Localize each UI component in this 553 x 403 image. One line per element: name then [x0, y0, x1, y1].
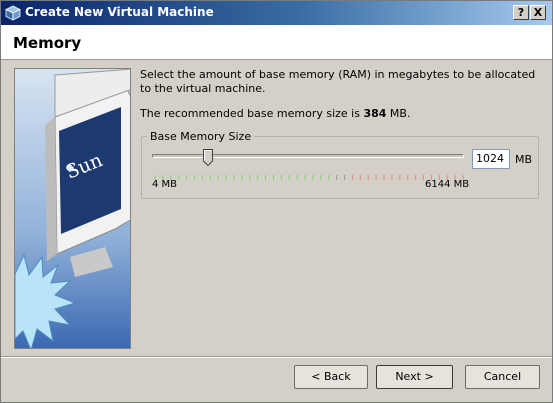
recommended-value: 384: [363, 107, 387, 120]
page-title: Memory: [13, 34, 82, 52]
memory-unit-label: MB: [515, 153, 533, 166]
window-title: Create New Virtual Machine: [25, 5, 214, 19]
memory-slider-thumb[interactable]: [203, 149, 213, 167]
memory-min-label: 4 MB: [152, 179, 178, 190]
recommendation-text: The recommended base memory size is 384 …: [140, 107, 411, 120]
back-button[interactable]: < Back: [294, 365, 368, 389]
base-memory-label: Base Memory Size: [147, 130, 255, 143]
create-vm-dialog: Create New Virtual Machine ? X Memory Su…: [0, 0, 553, 403]
virtualbox-app-icon: [5, 5, 21, 25]
help-button[interactable]: ?: [513, 5, 529, 20]
page-header: Memory: [1, 25, 552, 60]
close-button[interactable]: X: [530, 5, 546, 20]
memory-max-label: 6144 MB: [425, 179, 470, 190]
memory-size-input[interactable]: 1024: [472, 149, 510, 169]
cancel-button[interactable]: Cancel: [465, 365, 540, 389]
wizard-side-image: Sun: [14, 68, 131, 349]
button-separator: [1, 356, 552, 358]
title-bar: Create New Virtual Machine ? X: [1, 1, 552, 25]
memory-slider-ticks: [154, 166, 464, 185]
memory-slider-track[interactable]: [152, 154, 464, 158]
description-text: Select the amount of base memory (RAM) i…: [140, 68, 536, 95]
next-button[interactable]: Next >: [376, 365, 453, 389]
